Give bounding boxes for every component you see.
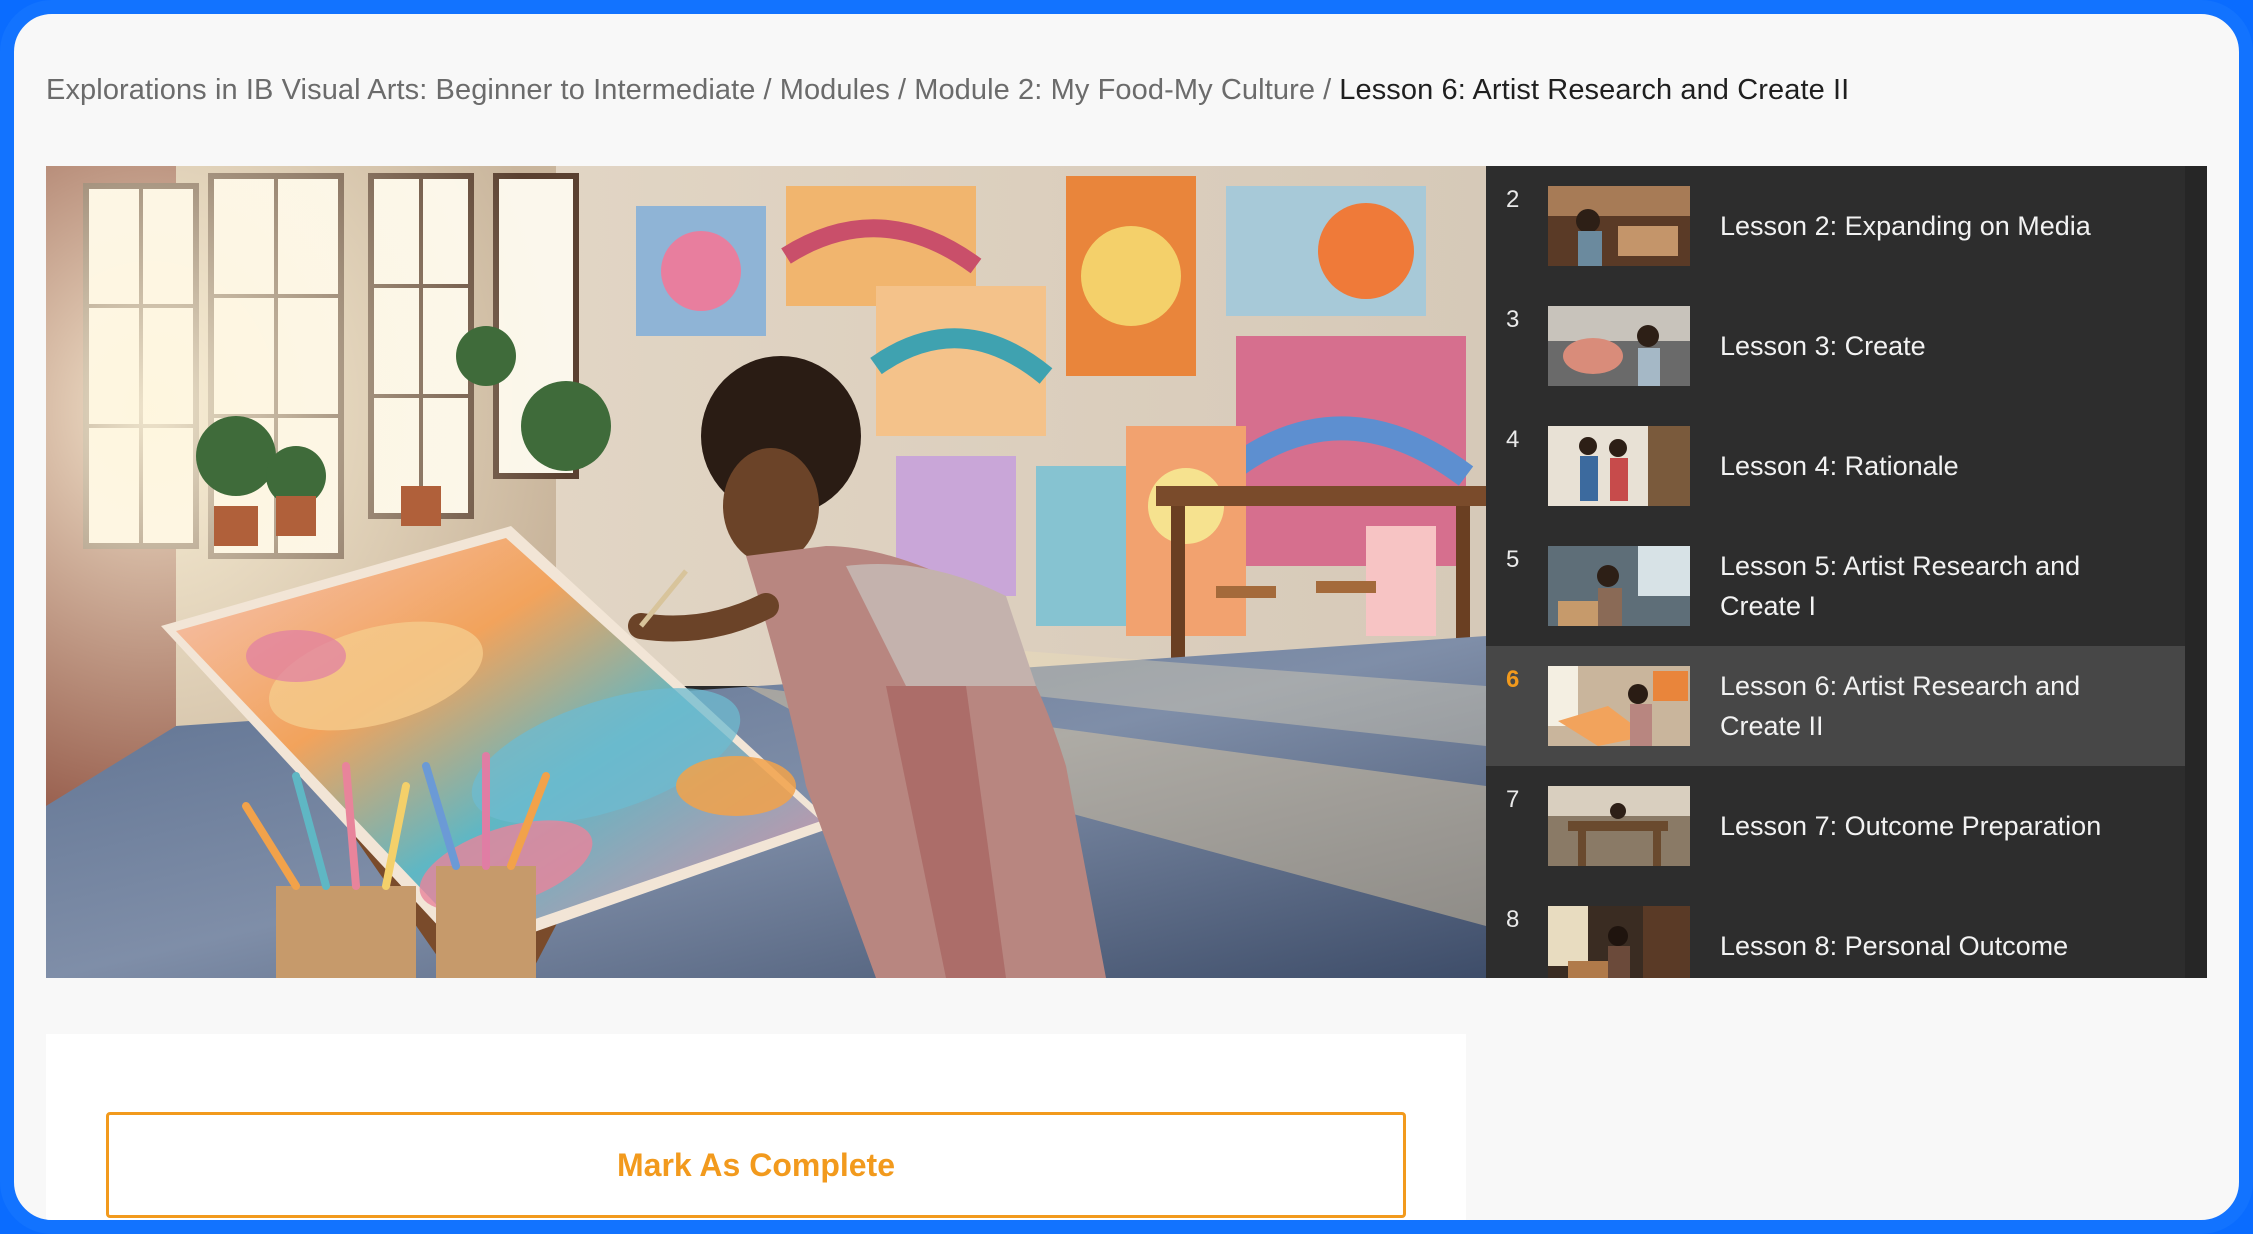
playlist-item-lesson-7[interactable]: 7 Lesson 7: Outcome Preparation [1486,766,2185,886]
breadcrumb-separator: / [763,74,772,106]
lesson-thumbnail [1548,906,1690,978]
playlist-item-lesson-3[interactable]: 3 Lesson 3: Create [1486,286,2185,406]
breadcrumb-current-lesson: Lesson 6: Artist Research and Create II [1339,74,1850,106]
lesson-title: Lesson 4: Rationale [1720,451,1959,481]
lesson-title: Lesson 2: Expanding on Media [1720,211,2091,241]
app-frame: Explorations in IB Visual Arts: Beginner… [0,0,2253,1234]
lesson-playlist: 2 Lesson 2: Expanding on Media 3 Lesson … [1486,166,2207,978]
lesson-number: 8 [1506,906,1520,933]
lesson-thumbnail [1548,426,1690,506]
lesson-title: Lesson 5: Artist Research and Create I [1720,551,2081,621]
breadcrumb-separator: / [1323,74,1332,106]
breadcrumb-course-link[interactable]: Explorations in IB Visual Arts: Beginner… [46,74,756,106]
lesson-thumbnail [1548,786,1690,866]
lesson-number: 2 [1506,186,1520,213]
painting-studio-illustration [46,166,1486,978]
lesson-number: 6 [1506,666,1520,693]
lesson-title: Lesson 7: Outcome Preparation [1720,811,2102,841]
lesson-player: 2 Lesson 2: Expanding on Media 3 Lesson … [46,166,2207,978]
playlist-scrollbar[interactable] [2185,166,2207,978]
breadcrumb-modules-link[interactable]: Modules [780,74,890,106]
playlist-item-lesson-8[interactable]: 8 Lesson 8: Personal Outcome [1486,886,2185,978]
lesson-number: 4 [1506,426,1520,453]
mark-as-complete-button[interactable]: Mark As Complete [106,1112,1406,1218]
playlist-item-lesson-4[interactable]: 4 Lesson 4: Rationale [1486,406,2185,526]
breadcrumb-module-link[interactable]: Module 2: My Food-My Culture [914,74,1315,106]
lesson-actions-panel: Mark As Complete [46,1034,1466,1220]
playlist-item-lesson-5[interactable]: 5 Lesson 5: Artist Research and Create I [1486,526,2185,646]
lesson-thumbnail [1548,546,1690,626]
lesson-thumbnail [1548,666,1690,746]
lesson-title: Lesson 8: Personal Outcome [1720,931,2069,961]
lesson-title: Lesson 3: Create [1720,331,1926,361]
lesson-thumbnail [1548,306,1690,386]
lesson-number: 3 [1506,306,1520,333]
lesson-hero-image[interactable] [46,166,1486,978]
breadcrumb-separator: / [898,74,907,106]
lesson-number: 7 [1506,786,1520,813]
lesson-thumbnail [1548,186,1690,266]
breadcrumb: Explorations in IB Visual Arts: Beginner… [46,74,1849,107]
lesson-number: 5 [1506,546,1520,573]
playlist-item-lesson-2[interactable]: 2 Lesson 2: Expanding on Media [1486,166,2185,286]
lesson-title: Lesson 6: Artist Research and Create II [1720,671,2081,741]
playlist-item-lesson-6[interactable]: 6 Lesson 6: Artist Research and Create I… [1486,646,2185,766]
